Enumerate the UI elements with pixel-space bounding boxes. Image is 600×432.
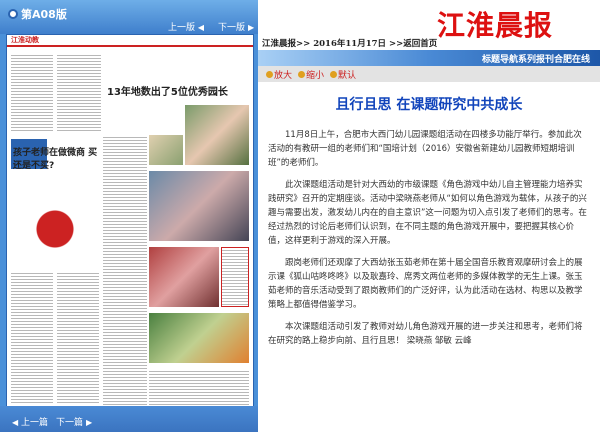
- article-nav: ◀ 上一篇 下一篇 ▶: [12, 415, 92, 428]
- headline-principals[interactable]: 13年地数出了5位优秀园长: [107, 83, 247, 98]
- text-column: [57, 271, 99, 405]
- headline-child-teacher[interactable]: 孩子老师在做微商 买还是不买?: [13, 145, 103, 171]
- text-column: [149, 369, 249, 405]
- text-column: [11, 53, 53, 133]
- article-paragraph: 本次课题组活动引发了教师对幼儿角色游戏开展的进一步关注和思考，老师们将在研究的路…: [268, 322, 583, 346]
- shrink-icon: [298, 70, 306, 78]
- prev-article-link[interactable]: ◀ 上一篇: [12, 415, 48, 428]
- enlarge-button[interactable]: 放大: [266, 68, 292, 81]
- newspaper-page-image[interactable]: 江淮动教 孩子老师在做微商 买还是不买? 13年地数出了5位优秀园长: [6, 34, 254, 408]
- font-size-toolbar: 放大 缩小 默认: [258, 66, 600, 82]
- newspaper-header: 江淮动教: [7, 35, 253, 47]
- newspaper-layout: 江淮动教 孩子老师在做微商 买还是不买? 13年地数出了5位优秀园长: [7, 35, 253, 407]
- photo-2: [149, 135, 183, 165]
- shrink-button[interactable]: 缩小: [298, 68, 324, 81]
- edition-number: 第A08版: [21, 8, 67, 21]
- breadcrumb[interactable]: 江淮晨报>> 2016年11月17日 >>返回首页: [258, 36, 600, 50]
- article-paragraph: 11月8日上午，合肥市大西门幼儿园课题组活动在四楼多功能厅举行。参加此次活动的有…: [268, 130, 582, 168]
- photo-4: [149, 247, 219, 307]
- newspaper-panel: 第A08版 上一版 ◀ 下一版 ▶ 江淮动教 孩子老师在做微商 买还是不买? 1…: [0, 0, 258, 432]
- edition-nav: 上一版 ◀ 下一版 ▶: [168, 20, 254, 33]
- right-arrow-icon: ▶: [247, 23, 255, 32]
- illustration-image: [15, 175, 95, 265]
- default-size-button[interactable]: 默认: [330, 68, 356, 81]
- left-arrow-icon: ◀: [197, 23, 205, 32]
- text-column: [103, 135, 147, 405]
- photo-1: [185, 105, 249, 165]
- article-paragraph: 跟岗老师们还观摩了大西幼张玉茹老师在第十届全国音乐教育观摩研讨会上的展示课《狐山…: [268, 258, 583, 310]
- right-arrow-icon: ▶: [85, 418, 93, 427]
- navigation-banner: 标题导航系列报刊合肥在线: [258, 50, 600, 66]
- highlighted-article-box[interactable]: [221, 247, 249, 307]
- photo-5: [149, 313, 249, 363]
- banner-text: 标题导航系列报刊合肥在线: [481, 55, 590, 65]
- newspaper-section-title: 江淮动教: [11, 36, 39, 44]
- left-arrow-icon: ◀: [12, 418, 19, 427]
- next-edition-link[interactable]: 下一版 ▶: [218, 20, 254, 33]
- edition-label: 第A08版: [8, 6, 67, 22]
- article-paragraph: 此次课题组活动是针对大西幼的市级课题《角色游戏中幼儿自主管理能力培养实践研究》召…: [268, 180, 587, 246]
- default-icon: [330, 70, 338, 78]
- edition-dot-icon: [8, 9, 18, 19]
- next-article-link[interactable]: 下一篇 ▶: [56, 415, 92, 428]
- text-column: [11, 271, 53, 405]
- page-footer-bar: ◀ 上一篇 下一篇 ▶: [0, 406, 258, 432]
- article-title: 且行且思 在课题研究中共成长: [335, 97, 523, 113]
- prev-edition-link[interactable]: 上一版 ◀: [168, 20, 204, 33]
- edition-header: 第A08版 上一版 ◀ 下一版 ▶: [0, 0, 258, 34]
- text-column: [57, 53, 101, 133]
- enlarge-icon: [266, 70, 273, 78]
- photo-3: [149, 171, 249, 241]
- article-body: 11月8日上午，合肥市大西门幼儿园课题组活动在四楼多功能厅举行。参加此次活动的有…: [268, 128, 590, 356]
